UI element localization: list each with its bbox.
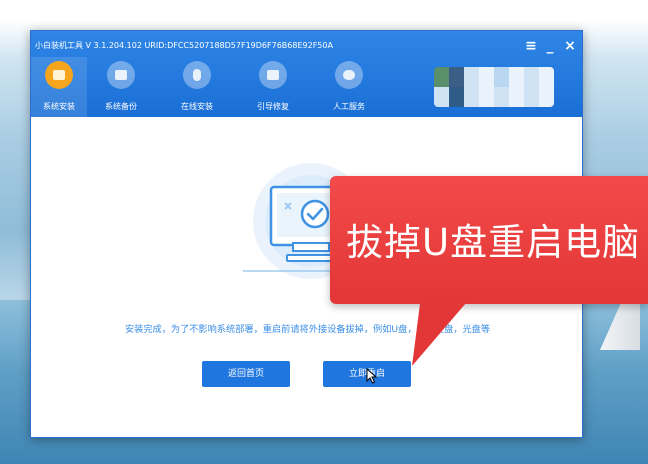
check-circle-icon: [300, 199, 330, 229]
user-avatar-blurred[interactable]: [434, 67, 554, 107]
chat-service-icon: [335, 61, 363, 89]
nav-label: 引导修复: [257, 102, 289, 111]
system-install-icon: [45, 61, 73, 89]
online-install-icon: [183, 61, 211, 89]
mouse-cursor-icon: [366, 368, 378, 384]
nav-label: 在线安装: [181, 102, 213, 111]
install-complete-message: 安装完成，为了不影响系统部署，重启前请将外接设备拔掉，例如U盘，移动硬盘，光盘等: [124, 324, 491, 335]
nav-tab-system-backup[interactable]: 系统备份: [93, 57, 149, 117]
close-button[interactable]: ×: [561, 33, 579, 59]
minimize-button[interactable]: _: [541, 33, 559, 59]
menu-icon[interactable]: ≡: [522, 33, 540, 59]
nav-label: 系统备份: [105, 102, 137, 111]
nav-label: 人工服务: [333, 102, 365, 111]
system-backup-icon: [107, 61, 135, 89]
window-title: 小白装机工具 V 3.1.204.102 URID:DFCC5207188D57…: [35, 41, 333, 50]
nav-tab-chat-service[interactable]: 人工服务: [321, 57, 377, 117]
callout-text: 拔掉U盘重启电脑: [346, 221, 641, 264]
annotation-callout: 拔掉U盘重启电脑: [330, 176, 648, 304]
title-bar: 小白装机工具 V 3.1.204.102 URID:DFCC5207188D57…: [31, 31, 582, 117]
nav-tab-system-install[interactable]: 系统安装: [31, 57, 87, 117]
nav-tab-boot-repair[interactable]: 引导修复: [245, 57, 301, 117]
nav-label: 系统安装: [43, 102, 75, 111]
boot-repair-icon: [259, 61, 287, 89]
nav-tab-online-install[interactable]: 在线安装: [169, 57, 225, 117]
back-home-button[interactable]: 返回首页: [202, 361, 290, 387]
